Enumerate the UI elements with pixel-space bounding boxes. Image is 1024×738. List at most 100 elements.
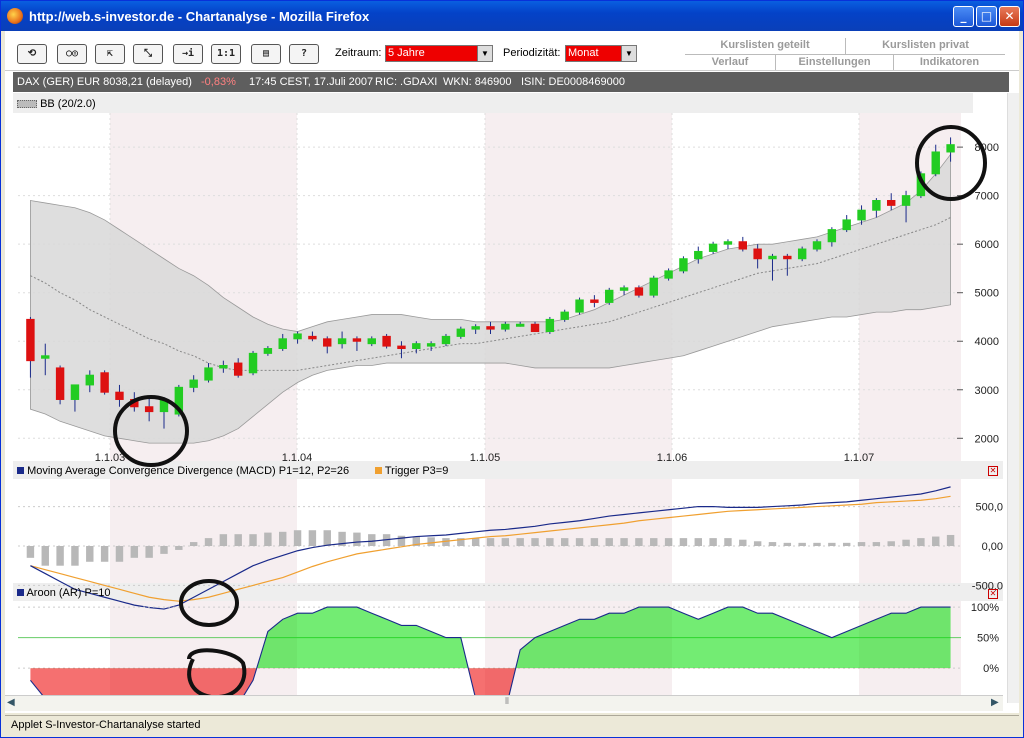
quote-name: DAX (GER) EUR 8038,21 (delayed)	[17, 76, 192, 88]
firefox-icon	[7, 8, 23, 24]
bb-legend-label: BB (20/2.0)	[40, 98, 96, 110]
histogram-bar	[486, 538, 495, 546]
scroll-thumb-grip-icon[interactable]: ⦀	[505, 697, 509, 707]
candle-body	[827, 229, 837, 243]
maximize-button[interactable]: □	[976, 6, 997, 27]
tab-verlauf[interactable]: Verlauf	[685, 54, 775, 70]
chevron-down-icon: ▼	[621, 46, 636, 61]
select-icon[interactable]: ⇱	[95, 44, 125, 64]
candle-body	[85, 374, 94, 386]
y-tick-label: 500,0	[975, 502, 1003, 514]
histogram-bar	[130, 546, 139, 558]
histogram-bar	[293, 530, 302, 546]
candle-body	[619, 287, 629, 291]
periodizitaet-select[interactable]: Monat ▼	[565, 45, 637, 62]
histogram-bar	[768, 542, 777, 546]
candle-body	[189, 379, 198, 388]
candle-body	[664, 270, 673, 279]
candle-body	[471, 326, 480, 330]
histogram-bar	[204, 538, 213, 546]
applet-area: ⟲ ○◎ ⇱ ⤡ →i 1:1 ▤ ? Zeitraum: 5 Jahre ▼ …	[5, 31, 1019, 723]
close-aroon-icon[interactable]: ✕	[988, 589, 998, 599]
histogram-bar	[368, 534, 376, 546]
y-tick-label: 4000	[975, 336, 999, 348]
x-tick-label: 1.1.06	[657, 452, 688, 464]
candle-body	[901, 195, 911, 206]
zeitraum-select[interactable]: 5 Jahre ▼	[385, 45, 493, 62]
aroon-legend-label: Aroon (AR) P=10	[26, 587, 111, 599]
candle-body	[738, 241, 748, 250]
tab-einstellungen[interactable]: Einstellungen	[775, 54, 893, 70]
zeitraum-value: 5 Jahre	[388, 47, 425, 59]
chart-area[interactable]: 2000 3000 4000 5000 6000 7000 8000 1.1.03 1.1.04…	[13, 93, 1003, 723]
scroll-left-icon[interactable]: ◀	[7, 697, 15, 708]
histogram-bar	[664, 538, 673, 546]
histogram-bar	[872, 542, 881, 546]
trendline-icon[interactable]: ⤡	[133, 44, 163, 64]
histogram-bar	[887, 541, 895, 546]
histogram-bar	[798, 542, 806, 546]
histogram-bar	[546, 538, 554, 546]
candle-body	[352, 338, 362, 342]
chevron-down-icon: ▼	[477, 46, 492, 61]
x-tick-label: 1.1.07	[844, 452, 875, 464]
close-button[interactable]: ✕	[999, 6, 1020, 27]
candle-body	[115, 391, 124, 400]
histogram-bar	[100, 546, 109, 562]
info-icon[interactable]: →i	[173, 44, 203, 64]
histogram-bar	[902, 539, 910, 546]
price-chart[interactable]: 20003000400050006000700080001.1.03 1.1.04…	[13, 93, 1003, 723]
refresh-icon[interactable]: ⟲	[17, 44, 47, 64]
histogram-bar	[531, 538, 539, 546]
histogram-bar	[86, 546, 94, 562]
histogram-bar	[560, 538, 569, 546]
histogram-bar	[783, 542, 792, 546]
candle-body	[397, 345, 406, 350]
candle-body	[768, 255, 777, 260]
candle-body	[248, 352, 258, 374]
candle-body	[575, 299, 584, 313]
y-tick-label: 2000	[975, 433, 999, 445]
close-macd-icon[interactable]: ✕	[988, 466, 998, 476]
x-tick-label: 1.1.03	[95, 452, 126, 464]
candle-body	[634, 287, 644, 296]
tab-kurslisten-geteilt[interactable]: Kurslisten geteilt	[685, 38, 845, 54]
minimize-button[interactable]: _	[953, 6, 974, 27]
candle-body	[308, 335, 317, 340]
histogram-bar	[115, 546, 124, 562]
histogram-bar	[635, 538, 643, 546]
vertical-scrollbar[interactable]	[1007, 93, 1019, 703]
candle-body	[797, 248, 807, 260]
histogram-bar	[308, 530, 317, 546]
candle-body	[679, 258, 688, 272]
histogram-bar	[41, 546, 49, 566]
histogram-bar	[71, 546, 79, 566]
histogram-bar	[694, 538, 702, 546]
candle-body	[530, 323, 540, 333]
histogram-bar	[427, 537, 435, 546]
quote-change: -0,83%	[201, 76, 236, 88]
reset-zoom-icon[interactable]: 1:1	[211, 44, 241, 64]
histogram-bar	[857, 542, 866, 546]
scroll-right-icon[interactable]: ▶	[991, 697, 999, 708]
tab-indikatoren[interactable]: Indikatoren	[893, 54, 1005, 70]
tab-kurslisten-privat[interactable]: Kurslisten privat	[845, 38, 1005, 54]
y-tick-label: 0%	[983, 663, 999, 675]
candle-body	[753, 248, 762, 260]
histogram-bar	[946, 534, 955, 546]
aroon-legend: Aroon (AR) P=10	[17, 587, 111, 599]
candle-body	[144, 406, 154, 413]
candle-body	[278, 338, 287, 350]
horizontal-scrollbar[interactable]: ◀ ⦀ ▶	[5, 695, 1003, 711]
print-icon[interactable]: ▤	[251, 44, 281, 64]
bb-legend-swatch	[17, 100, 37, 109]
quote-isin: ISIN: DE0008469000	[521, 76, 625, 88]
histogram-bar	[353, 532, 361, 546]
candle-body	[293, 333, 302, 340]
trigger-legend: Trigger P3=9	[375, 465, 448, 477]
histogram-bar	[917, 538, 925, 546]
candle-body	[931, 151, 940, 175]
histogram-bar	[26, 546, 35, 558]
zoom-icon[interactable]: ○◎	[57, 44, 87, 64]
help-icon[interactable]: ?	[289, 44, 319, 64]
